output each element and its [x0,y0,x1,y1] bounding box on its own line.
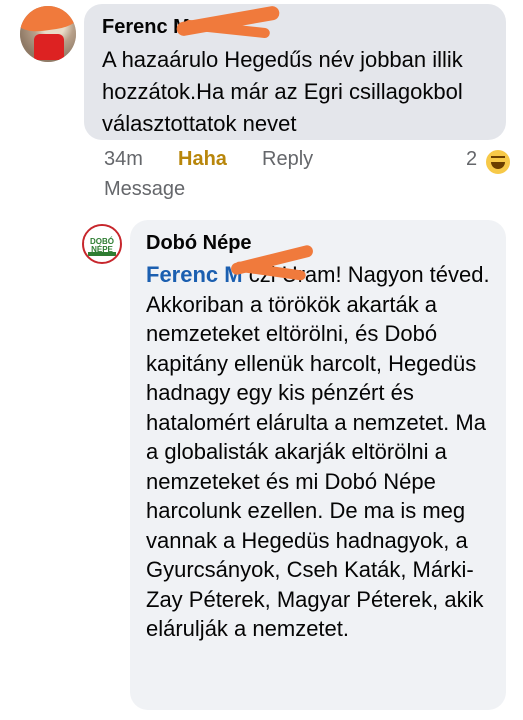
haha-emoji-icon[interactable] [484,148,512,176]
page-avatar[interactable]: DOBÓ NÉPE [82,224,122,264]
comment-timestamp[interactable]: 34m [104,148,143,171]
avatar-detail [34,34,64,60]
reply-button[interactable]: Reply [262,148,313,171]
logo-stripe [88,252,116,256]
comment-actions: 34m Haha Reply 2 [104,148,523,176]
reply-text: czi Uram! Nagyon téved. Akkoriban a törö… [146,262,490,641]
message-button[interactable]: Message [104,178,185,201]
reply-bubble: Dobó Népe Ferenc M czi Uram! Nagyon téve… [130,220,506,710]
mention-link[interactable]: Ferenc M [146,262,243,287]
reply-author[interactable]: Dobó Népe [146,232,252,255]
haha-reaction-button[interactable]: Haha [178,148,227,171]
comment-text: A hazaárulo Hegedűs név jobban illik hoz… [102,47,463,136]
reaction-count[interactable]: 2 [466,148,477,171]
commenter-avatar[interactable] [20,6,76,62]
comment-bubble: Ferenc M A hazaárulo Hegedűs név jobban … [84,4,506,140]
reply-text-block: Ferenc M czi Uram! Nagyon téved. Akkorib… [146,260,496,644]
